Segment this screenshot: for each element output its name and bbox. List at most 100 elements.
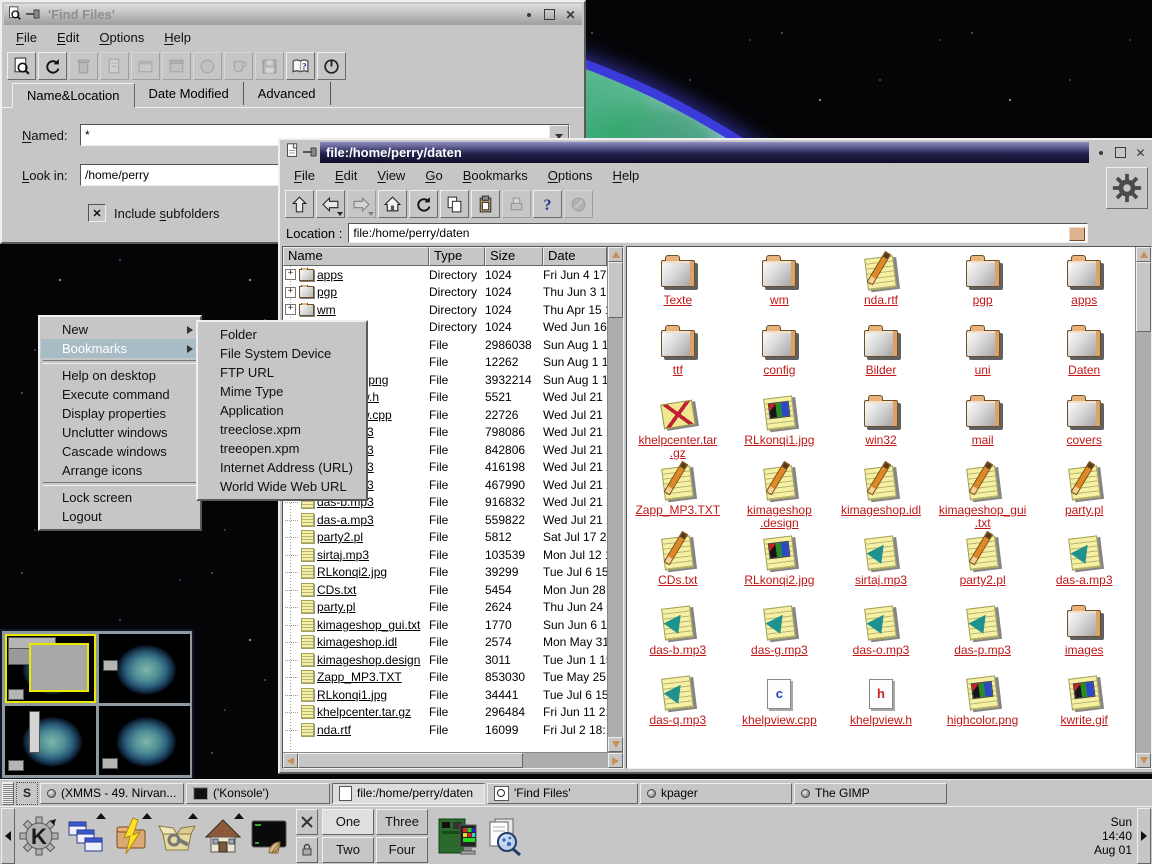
icon-vertical-scrollbar[interactable] [1135,247,1151,768]
menu-edit[interactable]: Edit [47,26,89,49]
menu-options[interactable]: Options [89,26,154,49]
pager-desktop-4[interactable] [99,706,190,775]
file-link[interactable]: das-a.mp3 [317,513,374,527]
menu-bookmarks[interactable]: Bookmarks [453,164,538,187]
menu-item-bookmarks[interactable]: Bookmarks [41,339,199,358]
menu-file[interactable]: File [284,164,325,187]
icon-label[interactable]: das-g.mp3 [751,644,808,657]
quit-button[interactable] [317,52,346,80]
icon-label[interactable]: pgp [973,294,993,307]
menu-go[interactable]: Go [415,164,452,187]
scroll-right-icon[interactable] [608,753,623,768]
scroll-down-icon[interactable] [608,737,623,752]
icon-label[interactable]: Bilder [866,364,897,377]
icon-label[interactable]: khelpview.cpp [742,714,817,727]
scroll-up-icon[interactable] [608,247,623,262]
file-link[interactable]: Zapp_MP3.TXT [317,670,402,684]
copy-button[interactable] [440,190,469,218]
include-subfolders-checkbox[interactable]: ✕ [88,204,106,222]
tab-name-location[interactable]: Name&Location [12,83,135,108]
submenu-item-ftp-url[interactable]: FTP URL [199,363,365,382]
menu-item-lock-screen[interactable]: Lock screen [41,488,199,507]
icon-grid-item[interactable]: das-g.mp3 [729,601,831,671]
icon-grid-item[interactable]: covers [1033,391,1135,461]
icon-label[interactable]: uni [975,364,991,377]
task-button-kpager[interactable]: kpager [640,783,792,804]
menu-file[interactable]: File [6,26,47,49]
minimize-button[interactable] [1092,145,1109,160]
menu-item-cascade-windows[interactable]: Cascade windows [41,442,199,461]
sticky-pin-icon[interactable] [26,7,40,22]
icon-label[interactable]: Zapp_MP3.TXT [635,504,720,517]
menu-item-arrange-icons[interactable]: Arrange icons [41,461,199,480]
icon-label[interactable]: party.pl [1065,504,1103,517]
task-button-the-gimp[interactable]: The GIMP [794,783,947,804]
table-row[interactable]: kimageshop_gui.txtFile1770Sun Jun 6 14 [283,616,607,634]
sticky-pin-icon[interactable] [303,144,317,162]
icon-grid-item[interactable]: khelpcenter.tar.gz [627,391,729,461]
file-link[interactable]: wm [317,303,336,317]
refresh-button[interactable] [38,52,67,80]
icon-grid-item[interactable]: ttf [627,321,729,391]
icon-label[interactable]: kimageshop_gui.txt [939,504,1026,530]
table-row[interactable]: RLkonqi2.jpgFile39299Tue Jul 6 15: [283,564,607,582]
icon-grid-item[interactable]: nda.rtf [830,251,932,321]
file-link[interactable]: party.pl [317,600,355,614]
icon-label[interactable]: khelpview.h [850,714,912,727]
icon-label[interactable]: images [1065,644,1104,657]
pager-desktop-3[interactable] [5,706,96,775]
find-files-panel-button[interactable] [480,812,526,860]
help-button[interactable]: ? [533,190,562,218]
menu-item-help-on-desktop[interactable]: Help on desktop [41,366,199,385]
icon-label[interactable]: mail [972,434,994,447]
icon-label[interactable]: das-o.mp3 [853,644,910,657]
scroll-left-icon[interactable] [283,753,298,768]
file-link[interactable]: kimageshop.idl [317,635,397,649]
file-manager-titlebar[interactable]: file:/home/perry/daten ✕ [282,142,1152,163]
table-row[interactable]: RLkonqi1.jpgFile34441Tue Jul 6 15: [283,686,607,704]
icon-label[interactable]: RLkonqi2.jpg [744,574,814,587]
submenu-item-file-system-device[interactable]: File System Device [199,344,365,363]
submenu-item-treeclose.xpm[interactable]: treeclose.xpm [199,420,365,439]
paste-button[interactable] [471,190,500,218]
tree-horizontal-scrollbar[interactable] [283,752,623,768]
icon-grid-item[interactable]: Daten [1033,321,1135,391]
icon-label[interactable]: das-q.mp3 [649,714,706,727]
table-row[interactable]: kimageshop.idlFile2574Mon May 31 1 [283,634,607,652]
icon-grid-item[interactable]: Texte [627,251,729,321]
tab-advanced[interactable]: Advanced [244,82,331,105]
table-row[interactable]: CDs.txtFile5454Mon Jun 28 2 [283,581,607,599]
scrollbar-thumb[interactable] [298,753,523,768]
panel-hide-left-button[interactable] [1,808,15,864]
icon-grid-item[interactable]: kimageshop.design [729,461,831,531]
home-button[interactable] [378,190,407,218]
table-row[interactable]: +pgpDirectory1024Thu Jun 3 19 [283,284,607,302]
pager-active-window-thumb[interactable] [29,643,89,692]
icon-grid-item[interactable]: das-b.mp3 [627,601,729,671]
maximize-button[interactable] [1112,145,1129,160]
submenu-item-internet-address-url-[interactable]: Internet Address (URL) [199,458,365,477]
column-header-size[interactable]: Size [485,247,543,266]
desktop-button-one[interactable]: One [322,809,374,835]
table-row[interactable]: party.plFile2624Thu Jun 24 01 [283,599,607,617]
close-button[interactable]: ✕ [562,7,579,22]
icon-label[interactable]: ttf [673,364,683,377]
help-book-button[interactable]: ? [286,52,315,80]
icon-label[interactable]: Daten [1068,364,1100,377]
pager-config-button[interactable] [296,809,318,835]
table-row[interactable]: das-a.mp3File559822Wed Jul 21 21 [283,511,607,529]
konqueror-gear-button[interactable] [1106,167,1148,209]
panel-hide-right-button[interactable] [1137,808,1151,864]
icon-grid-item[interactable]: apps [1033,251,1135,321]
system-monitor-button[interactable] [434,812,480,860]
table-row[interactable]: kimageshop.designFile3011Tue Jun 1 15 [283,651,607,669]
menu-view[interactable]: View [367,164,415,187]
desktop-button-two[interactable]: Two [322,837,374,863]
minimize-button[interactable] [520,7,537,22]
icon-grid-item[interactable]: win32 [830,391,932,461]
table-row[interactable]: party2.plFile5812Sat Jul 17 20: [283,529,607,547]
table-row[interactable]: Zapp_MP3.TXTFile853030Tue May 25 0 [283,669,607,687]
menu-help[interactable]: Help [154,26,201,49]
submenu-item-world-wide-web-url[interactable]: World Wide Web URL [199,477,365,496]
column-header-type[interactable]: Type [429,247,485,266]
